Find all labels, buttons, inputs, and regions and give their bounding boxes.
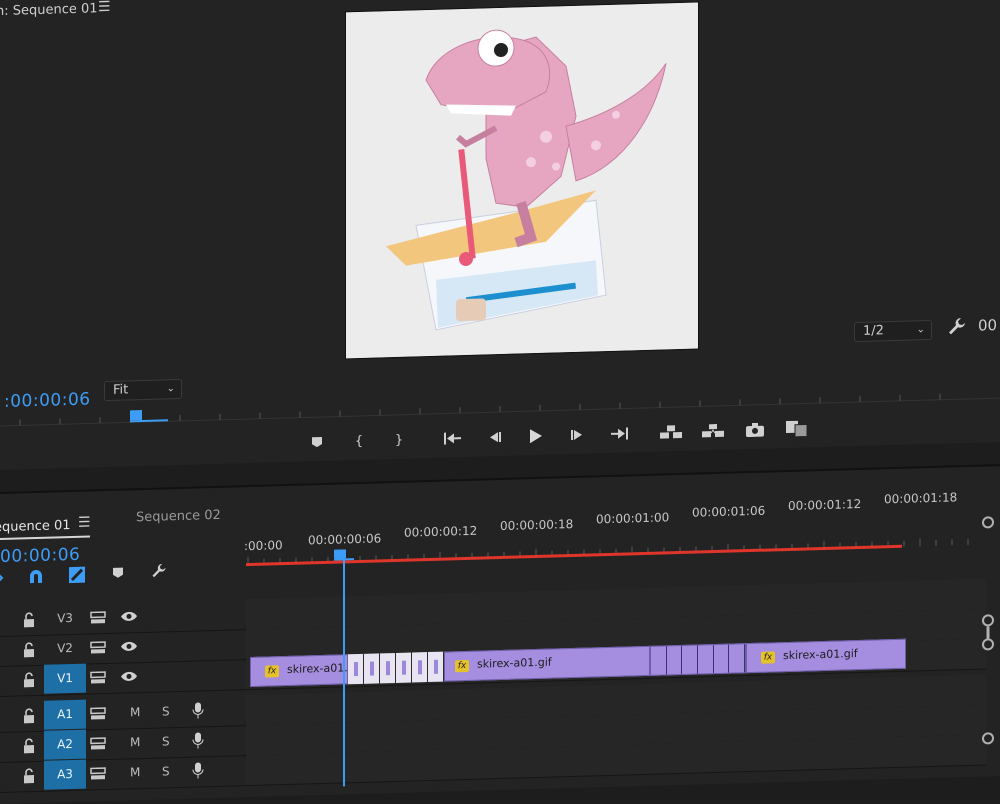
- track-header-v1: V1: [0, 659, 246, 697]
- track-name-a2[interactable]: A2: [44, 729, 86, 760]
- lock-icon[interactable]: [22, 768, 36, 784]
- timeline-playhead-line[interactable]: [343, 556, 345, 787]
- frame: [364, 653, 380, 684]
- track-name-v2[interactable]: V2: [44, 634, 86, 664]
- comparison-view-icon[interactable]: [784, 415, 810, 442]
- extract-icon[interactable]: [700, 418, 726, 445]
- fx-badge: fx: [761, 651, 775, 664]
- lock-icon[interactable]: [22, 738, 36, 754]
- sync-lock-icon[interactable]: [90, 767, 106, 780]
- clip-skirex-3[interactable]: fx skirex-a01.gif: [746, 638, 906, 674]
- frame: [682, 645, 699, 674]
- ruler-label: 00:00:00:12: [404, 523, 478, 540]
- solo-toggle[interactable]: S: [162, 697, 170, 726]
- linked-selection-icon[interactable]: [68, 566, 86, 585]
- tab-sequence-01[interactable]: equence 01: [0, 518, 71, 535]
- frame: [412, 652, 428, 683]
- frame: [396, 652, 412, 683]
- track-header-a3: A3 M S: [0, 755, 246, 793]
- clip-label: skirex-a01.gif: [477, 655, 552, 671]
- eye-icon[interactable]: [120, 670, 138, 683]
- sync-lock-icon[interactable]: [90, 641, 106, 654]
- mark-out-icon[interactable]: }: [386, 426, 412, 453]
- lock-icon[interactable]: [22, 642, 36, 658]
- solo-toggle[interactable]: S: [162, 727, 170, 756]
- track-name-v1[interactable]: V1: [44, 663, 86, 694]
- clip-skirex-2[interactable]: fx skirex-a01.gif: [444, 645, 650, 682]
- lock-icon[interactable]: [22, 612, 36, 628]
- frame: [698, 645, 714, 674]
- settings-wrench-icon[interactable]: [946, 315, 968, 338]
- sync-lock-icon[interactable]: [90, 707, 106, 720]
- track-headers: V3 V2 V1 A1 M S A2 M S A3 M S: [0, 599, 246, 796]
- add-marker-icon[interactable]: [112, 567, 124, 579]
- mute-toggle[interactable]: M: [130, 758, 140, 787]
- mute-toggle[interactable]: M: [130, 698, 140, 727]
- sync-lock-icon[interactable]: [90, 737, 106, 750]
- frame: [348, 653, 364, 685]
- clip-label: skirex-a01.: [287, 661, 348, 676]
- frame: [666, 645, 683, 675]
- export-frame-icon[interactable]: [742, 417, 768, 444]
- microphone-icon[interactable]: [192, 761, 204, 779]
- video-frame: [346, 2, 698, 359]
- track-name-a1[interactable]: A1: [44, 699, 86, 730]
- microphone-icon[interactable]: [192, 731, 204, 749]
- monitor-title: n: Sequence 01: [0, 1, 98, 20]
- frame: [428, 651, 444, 683]
- vertical-zoom-scrollbar[interactable]: [980, 512, 996, 762]
- clip-skirex-1[interactable]: fx skirex-a01.: [250, 654, 348, 688]
- ruler-label: 00:00:01:18: [884, 490, 958, 507]
- lock-icon[interactable]: [22, 708, 36, 724]
- solo-toggle[interactable]: S: [162, 757, 170, 786]
- tab-sequence-02[interactable]: Sequence 02: [136, 508, 221, 525]
- ruler-label: 00:00:00:18: [500, 516, 574, 534]
- mute-toggle[interactable]: M: [130, 728, 140, 757]
- frame: [651, 646, 667, 675]
- clip-frames[interactable]: [348, 651, 444, 685]
- resolution-label: 1/2: [863, 323, 884, 339]
- nest-toggle-icon[interactable]: [0, 570, 6, 586]
- microphone-icon[interactable]: [192, 701, 204, 719]
- mark-in-icon[interactable]: {: [346, 428, 372, 455]
- sync-lock-icon[interactable]: [90, 671, 106, 684]
- step-back-icon[interactable]: [482, 424, 508, 451]
- go-to-in-icon[interactable]: [440, 425, 466, 452]
- chevron-down-icon: ⌄: [916, 324, 925, 336]
- eye-icon[interactable]: [120, 640, 138, 653]
- fx-badge: fx: [265, 665, 279, 678]
- frame: [713, 644, 730, 674]
- zoom-fit-label: Fit: [113, 382, 129, 398]
- play-icon[interactable]: [522, 423, 548, 450]
- step-forward-icon[interactable]: [564, 422, 590, 449]
- sync-lock-icon[interactable]: [90, 611, 106, 624]
- chevron-down-icon: ⌄: [166, 383, 175, 395]
- clip-frames-thin[interactable]: [650, 643, 746, 676]
- go-to-out-icon[interactable]: [606, 420, 632, 447]
- ruler-label: 00:00:01:00: [596, 510, 670, 527]
- clip-label: skirex-a01.gif: [783, 647, 858, 663]
- eye-icon[interactable]: [120, 610, 138, 623]
- duration-timecode: 00: [978, 316, 998, 335]
- track-name-a3[interactable]: A3: [44, 759, 86, 790]
- timeline-tools: [0, 561, 180, 590]
- timeline-playhead-handle[interactable]: [334, 549, 354, 562]
- monitor-playhead-marker[interactable]: [130, 407, 170, 424]
- tab-menu-icon[interactable]: ☰: [78, 514, 91, 530]
- monitor-menu-icon[interactable]: ☰: [98, 0, 111, 15]
- timeline-settings-wrench-icon[interactable]: [150, 561, 168, 580]
- fx-badge: fx: [455, 659, 469, 673]
- lock-icon[interactable]: [22, 672, 36, 688]
- ruler-label: 00:00:01:06: [692, 503, 766, 520]
- snap-magnet-icon[interactable]: [28, 569, 44, 585]
- lift-icon[interactable]: [658, 419, 684, 446]
- track-name-v3[interactable]: V3: [44, 604, 86, 634]
- dinosaur-scooter-image: [346, 2, 698, 359]
- frame: [380, 652, 396, 684]
- playback-resolution-dropdown[interactable]: 1/2 ⌄: [854, 319, 932, 343]
- ruler-label: 00:00:01:12: [788, 496, 862, 513]
- zoom-fit-dropdown[interactable]: Fit ⌄: [104, 378, 182, 402]
- frame: [729, 644, 746, 673]
- add-marker-icon[interactable]: [304, 429, 330, 456]
